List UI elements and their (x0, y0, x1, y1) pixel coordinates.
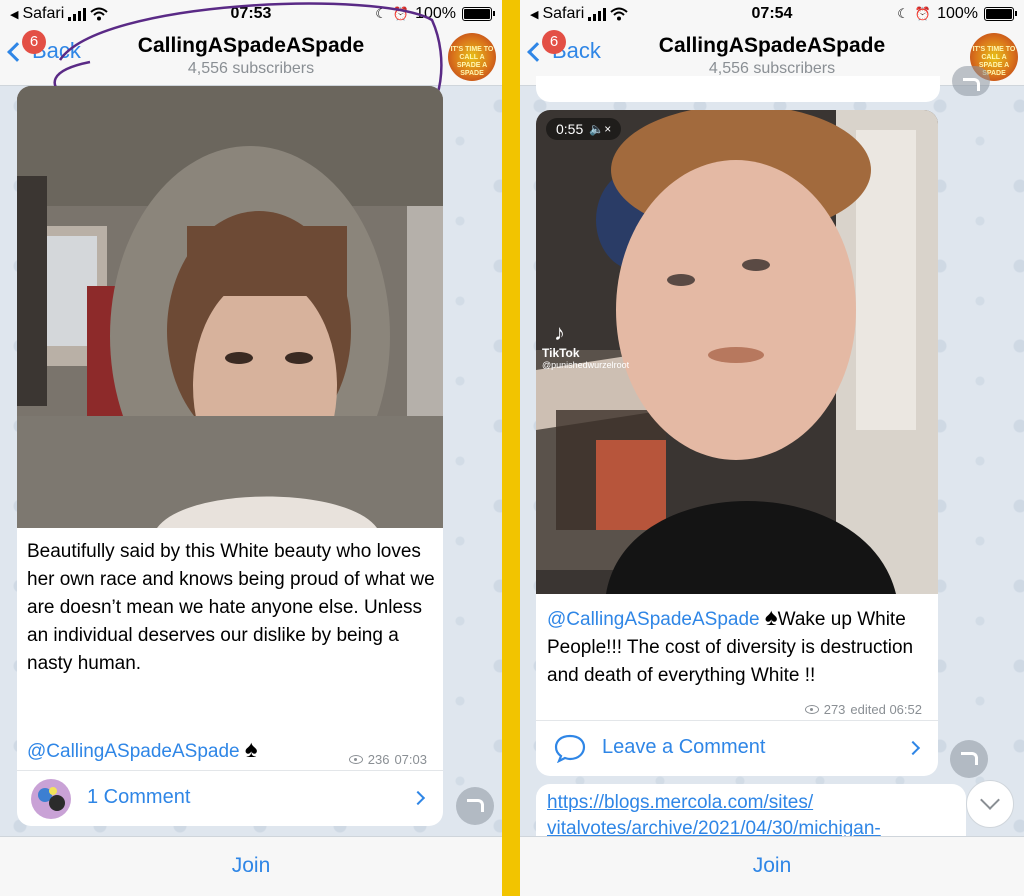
alarm-icon: ⏰ (392, 6, 410, 21)
tiktok-watermark: ♪ TikTok @punishedwurzelroot (542, 320, 629, 370)
link-post: https://blogs.mercola.com/sites/ vitalvo… (536, 784, 966, 844)
view-count: 236 (367, 752, 390, 767)
alarm-icon: ⏰ (914, 6, 932, 21)
channel-avatar[interactable]: IT'S TIME TO CALL A SPADE A SPADE (448, 33, 496, 81)
share-button-previous[interactable] (952, 66, 990, 96)
video-duration: 0:55 (556, 121, 584, 137)
video-duration-pill: 0:55 🔈× (546, 118, 622, 140)
channel-header: Back 6 CallingASpadeASpade 4,556 subscri… (0, 28, 502, 86)
avatar-logo-text: IT'S TIME TO CALL A SPADE A SPADE (450, 46, 494, 77)
panel-divider (502, 0, 520, 896)
join-button[interactable]: Join (0, 836, 502, 896)
views-icon (804, 705, 819, 714)
chevron-right-icon (905, 740, 921, 756)
views-icon (348, 755, 363, 764)
post-video[interactable] (17, 86, 443, 528)
chevron-right-icon (410, 790, 426, 806)
leave-comment-button[interactable]: Leave a Comment (536, 720, 938, 776)
post-meta: 236 07:03 (348, 752, 427, 767)
join-button[interactable]: Join (520, 836, 1024, 896)
muted-speaker-icon[interactable]: 🔈× (589, 122, 611, 136)
battery-percent: 100% (415, 5, 456, 22)
share-button[interactable] (950, 740, 988, 778)
channel-post: 0:55 🔈× ♪ TikTok @punishedwurzelroot @Ca… (536, 110, 938, 776)
scroll-down-button[interactable] (966, 780, 1014, 828)
comment-bubble-icon (554, 734, 586, 763)
channel-mention-link[interactable]: @CallingASpadeASpade (547, 609, 760, 630)
status-bar: ◀ Safari 07:53 ☾ ⏰ 100% (0, 0, 502, 28)
status-bar: ◀ Safari 07:54 ☾ ⏰ 100% (520, 0, 1024, 28)
link-line-1[interactable]: https://blogs.mercola.com/sites/ (547, 792, 813, 814)
battery-percent: 100% (937, 5, 978, 22)
tiktok-logo-icon: ♪ (554, 320, 565, 345)
leave-comment-label: Leave a Comment (602, 736, 766, 758)
battery-icon (984, 7, 1017, 21)
post-meta: 273 edited 06:52 (804, 702, 922, 717)
battery-icon (462, 7, 495, 21)
view-count: 273 (823, 702, 846, 717)
post-video[interactable]: 0:55 🔈× ♪ TikTok @punishedwurzelroot (536, 110, 938, 594)
moon-icon: ☾ (897, 6, 909, 21)
comment-count-label: 1 Comment (87, 786, 191, 808)
moon-icon: ☾ (375, 6, 387, 21)
channel-title[interactable]: CallingASpadeASpade (520, 34, 1024, 58)
channel-title[interactable]: CallingASpadeASpade (0, 34, 502, 58)
post-time: 07:03 (394, 752, 427, 767)
commenter-avatar (31, 779, 71, 819)
left-screenshot: ◀ Safari 07:53 ☾ ⏰ 100% Back 6 CallingAS… (0, 0, 502, 896)
comments-button[interactable]: 1 Comment (17, 770, 443, 826)
video-thumbnail (17, 86, 443, 528)
share-button[interactable] (456, 787, 494, 825)
post-time: edited 06:52 (850, 702, 922, 717)
channel-mention-link[interactable]: @CallingASpadeASpade (27, 741, 240, 762)
post-text: Beautifully said by this White beauty wh… (27, 541, 435, 674)
right-screenshot: ◀ Safari 07:54 ☾ ⏰ 100% Back 6 CallingAS… (520, 0, 1024, 896)
tiktok-username: @punishedwurzelroot (542, 360, 630, 370)
channel-post: Beautifully said by this White beauty wh… (17, 86, 443, 826)
subscriber-count: 4,556 subscribers (187, 60, 315, 77)
spade-icon: ♠ (244, 736, 258, 763)
spade-icon: ♠ (764, 604, 778, 631)
previous-post-tail (536, 76, 940, 102)
post-signature: @CallingASpadeASpade ♠ (27, 736, 258, 766)
tiktok-label: TikTok (542, 346, 580, 360)
post-text-block: @CallingASpadeASpade ♠Wake up White Peop… (547, 604, 932, 690)
